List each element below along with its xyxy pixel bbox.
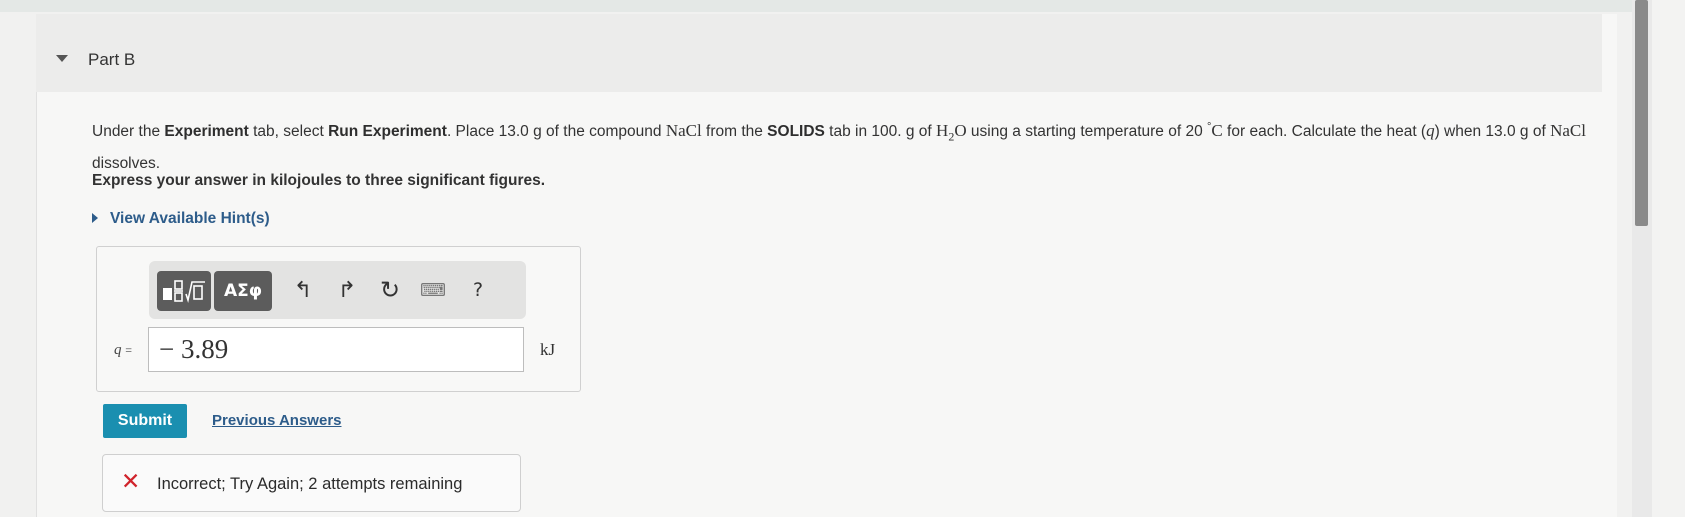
greek-symbols-button[interactable]: ΑΣφ — [214, 271, 272, 311]
part-header[interactable] — [36, 14, 1602, 92]
x-mark-icon: ✕ — [121, 469, 141, 495]
part-title: Part B — [88, 50, 136, 69]
redo-icon[interactable]: ↱ — [332, 275, 362, 305]
unit-label: kJ — [540, 340, 556, 359]
feedback-box: ✕ Incorrect; Try Again; 2 attempts remai… — [102, 454, 521, 512]
math-toolbar: ΑΣφ ↰ ↱ ↻ ⌨ ? — [149, 261, 526, 319]
keyboard-icon[interactable]: ⌨ — [418, 275, 448, 305]
answer-input[interactable]: − 3.89 — [148, 327, 524, 372]
right-margin — [1652, 0, 1685, 517]
view-hints-label: View Available Hint(s) — [110, 210, 270, 227]
feedback-message: Incorrect; Try Again; 2 attempts remaini… — [157, 475, 463, 493]
question-text: Under the Experiment tab, select Run Exp… — [92, 121, 1586, 173]
answer-variable-label: q = — [114, 342, 133, 358]
view-hints-toggle[interactable]: View Available Hint(s) — [92, 210, 270, 228]
answer-instruction: Express your answer in kilojoules to thr… — [92, 172, 546, 189]
previous-answers-link[interactable]: Previous Answers — [212, 412, 342, 429]
collapse-caret-icon[interactable] — [56, 55, 68, 62]
answer-box: ΑΣφ ↰ ↱ ↻ ⌨ ? q = − 3.89 kJ — [96, 246, 581, 392]
templates-button[interactable] — [157, 271, 211, 311]
caret-right-icon — [92, 213, 98, 223]
submit-button[interactable]: Submit — [103, 404, 187, 438]
templates-icon — [163, 280, 205, 303]
help-button[interactable]: ? — [463, 275, 493, 305]
undo-icon[interactable]: ↰ — [288, 275, 318, 305]
scrollbar-thumb[interactable] — [1635, 0, 1648, 226]
reset-icon[interactable]: ↻ — [375, 275, 405, 305]
top-band — [0, 0, 1685, 12]
